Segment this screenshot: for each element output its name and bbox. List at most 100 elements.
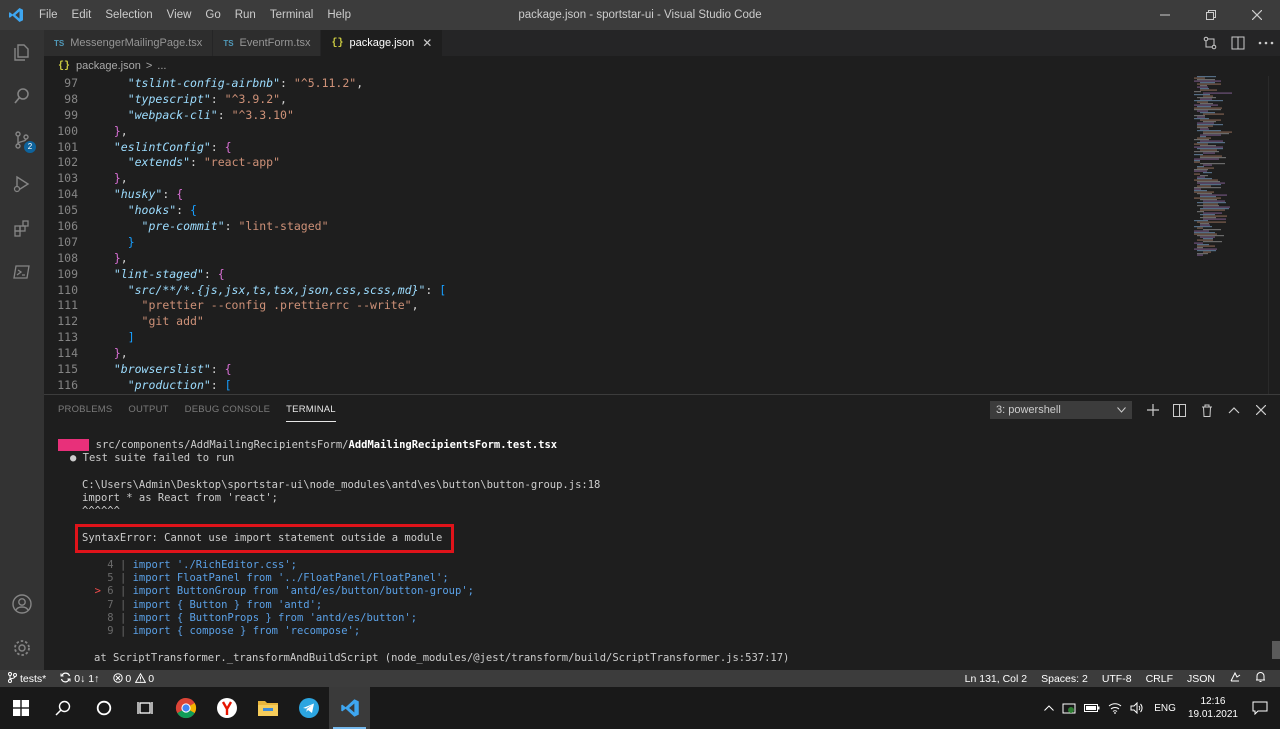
tab-terminal[interactable]: TERMINAL [286,399,336,422]
source-control-icon[interactable]: 2 [0,118,44,162]
terminal-scrollbar[interactable] [1272,641,1280,659]
menu-selection[interactable]: Selection [98,0,159,30]
search-icon[interactable] [0,74,44,118]
yandex-browser-icon[interactable] [206,687,247,729]
task-view-icon[interactable] [124,687,165,729]
more-actions-icon[interactable] [1252,30,1280,56]
new-terminal-icon[interactable] [1139,399,1166,421]
menu-terminal[interactable]: Terminal [263,0,320,30]
notifications-bell-icon[interactable] [1255,671,1266,686]
close-tab-icon[interactable]: ✕ [422,36,432,50]
tab-package-json[interactable]: {} package.json ✕ [321,30,444,56]
editor-scrollbar[interactable] [1268,76,1280,394]
restore-button[interactable] [1188,0,1234,30]
menu-edit[interactable]: Edit [65,0,99,30]
powershell-icon[interactable] [0,250,44,294]
menu-run[interactable]: Run [228,0,263,30]
editor-actions [1196,30,1280,56]
line-number: 114 [57,346,78,361]
telegram-icon[interactable] [288,687,329,729]
minimap-line [1197,137,1211,139]
branch-status[interactable]: tests* [8,672,46,685]
warning-count: 0 [148,672,155,685]
minimap-line [1203,121,1216,123]
minimap-line [1197,79,1215,81]
breadcrumb-rest[interactable]: ... [157,60,166,72]
terminal-output[interactable]: FAIL src/components/AddMailingRecipients… [58,439,1258,665]
file-explorer-icon[interactable] [247,687,288,729]
account-icon[interactable] [0,582,44,626]
system-tray: ENG 12:16 19.01.2021 [1040,687,1280,729]
extensions-icon[interactable] [0,206,44,250]
terminal-shell-select[interactable]: 3: powershell [990,401,1132,419]
snippet-code: import ButtonGroup from 'antd/es/button/… [132,585,474,598]
language-mode[interactable]: JSON [1187,673,1215,685]
minimap[interactable] [1190,76,1266,394]
minimap-line [1194,232,1215,234]
show-hidden-icons-icon[interactable] [1044,705,1055,711]
minimap-line [1203,152,1215,154]
problems-status[interactable]: 00 [113,672,155,685]
tab-messenger-mailing-page[interactable]: TS MessengerMailingPage.tsx [44,30,214,56]
terminal-line: FAIL src/components/AddMailingRecipients… [58,439,1258,452]
minimap-line [1197,124,1223,126]
minimap-line [1194,100,1223,102]
menu-view[interactable]: View [160,0,199,30]
tab-event-form[interactable]: TS EventForm.tsx [213,30,322,56]
chrome-icon[interactable] [165,687,206,729]
minimap-line [1200,236,1215,238]
split-editor-icon[interactable] [1224,30,1252,56]
breadcrumb-file[interactable]: package.json [76,60,141,72]
clock[interactable]: 12:16 19.01.2021 [1188,695,1238,721]
open-changes-icon[interactable] [1196,30,1224,56]
end-of-line[interactable]: CRLF [1146,673,1173,685]
line-number: 116 [57,377,78,392]
menu-help[interactable]: Help [320,0,358,30]
panel-actions [1139,399,1274,421]
tab-debug-console[interactable]: DEBUG CONSOLE [185,395,270,425]
start-button[interactable] [0,687,42,729]
line-number: 109 [57,266,78,281]
cortana-icon[interactable] [83,687,124,729]
minimize-button[interactable] [1142,0,1188,30]
settings-gear-icon[interactable] [0,626,44,670]
tab-output[interactable]: OUTPUT [128,395,168,425]
explorer-icon[interactable] [0,30,44,74]
trash-icon[interactable] [1193,399,1220,421]
minimap-line [1200,209,1225,211]
json-icon: {} [331,37,344,49]
menu-go[interactable]: Go [198,0,227,30]
code-line: 113 ] [44,330,1190,346]
run-debug-icon[interactable] [0,162,44,206]
feedback-icon[interactable] [1229,671,1241,686]
minimap-line [1194,188,1201,190]
code-editor[interactable]: 97 "tslint-config-airbnb": "^5.11.2", 98… [44,76,1190,394]
tab-problems[interactable]: PROBLEMS [58,395,112,425]
close-window-button[interactable] [1234,0,1280,30]
split-terminal-icon[interactable] [1166,399,1193,421]
minimap-line [1200,214,1215,216]
minimap-line [1197,125,1213,127]
minimap-line [1194,226,1212,228]
vscode-taskbar-icon[interactable] [329,687,370,729]
battery-icon[interactable] [1084,703,1100,713]
input-language[interactable]: ENG [1154,703,1176,714]
volume-icon[interactable] [1130,702,1144,714]
indentation[interactable]: Spaces: 2 [1041,673,1088,685]
tab-label: package.json [349,37,415,49]
maximize-panel-icon[interactable] [1220,399,1247,421]
menu-file[interactable]: File [32,0,65,30]
wifi-icon[interactable] [1108,702,1122,714]
taskbar-search-icon[interactable] [42,687,83,729]
sync-status[interactable]: 0↓ 1↑ [60,672,99,685]
line-number: 111 [57,298,78,313]
minimap-line [1200,196,1216,198]
minimap-line [1200,157,1226,159]
minimap-line [1197,167,1214,169]
action-center-icon[interactable] [1252,701,1268,715]
defender-icon[interactable] [1062,701,1076,715]
close-panel-icon[interactable] [1247,399,1274,421]
minimap-line [1197,86,1208,88]
encoding[interactable]: UTF-8 [1102,673,1132,685]
cursor-position[interactable]: Ln 131, Col 2 [965,673,1027,685]
